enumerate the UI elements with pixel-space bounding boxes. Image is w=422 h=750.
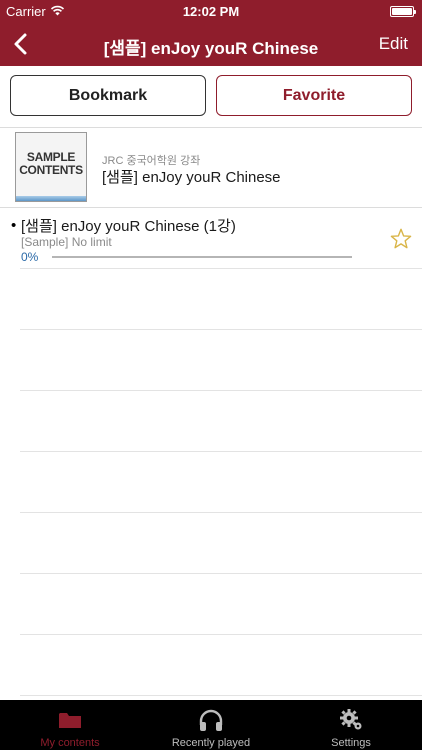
clock: 12:02 PM — [182, 4, 240, 19]
thumbnail-accent-bar — [16, 196, 86, 201]
star-icon[interactable] — [389, 227, 413, 251]
row-separator — [20, 451, 422, 452]
row-separator — [20, 390, 422, 391]
tab-my-contents[interactable]: My contents — [0, 700, 140, 750]
top-bar: Carrier 12:02 PM [샘플] enJoy youR Chinese… — [0, 0, 422, 66]
row-separator — [20, 512, 422, 513]
tab-label: Recently played — [171, 737, 251, 749]
lesson-title: [샘플] enJoy youR Chinese (1강) — [21, 218, 236, 235]
thumbnail-text-line2: CONTENTS — [19, 163, 83, 177]
progress-bar — [52, 256, 352, 258]
row-separator — [20, 695, 422, 696]
navigation-bar: [샘플] enJoy youR Chinese Edit — [0, 22, 422, 66]
edit-button[interactable]: Edit — [379, 34, 408, 54]
tab-recently-played[interactable]: Recently played — [141, 700, 281, 750]
bookmark-button[interactable]: Bookmark — [10, 75, 206, 116]
row-separator — [20, 268, 422, 269]
tab-settings[interactable]: Settings — [281, 700, 421, 750]
lesson-bullet: • — [11, 217, 17, 234]
lesson-limit: [Sample] No limit — [21, 235, 112, 249]
tab-label: Settings — [331, 737, 371, 749]
row-separator — [20, 634, 422, 635]
status-bar: Carrier 12:02 PM — [0, 0, 422, 22]
row-separator — [20, 573, 422, 574]
tab-bar: My contents Recently played Settings — [0, 700, 422, 750]
favorite-button[interactable]: Favorite — [216, 75, 412, 116]
gear-icon — [340, 709, 362, 730]
tab-label: My contents — [40, 737, 100, 749]
back-chevron-icon[interactable] — [8, 30, 34, 58]
content-title: [샘플] enJoy youR Chinese — [102, 169, 281, 186]
row-separator — [20, 329, 422, 330]
folder-icon — [59, 713, 81, 728]
divider — [0, 207, 422, 208]
divider — [0, 127, 422, 128]
headphones-icon — [199, 709, 223, 731]
content-thumbnail: SAMPLE CONTENTS — [15, 132, 87, 202]
page-title: [샘플] enJoy youR Chinese — [103, 39, 319, 58]
battery-icon — [390, 6, 416, 17]
progress-percent: 0% — [21, 250, 39, 264]
thumbnail-text: SAMPLE CONTENTS — [16, 151, 86, 177]
